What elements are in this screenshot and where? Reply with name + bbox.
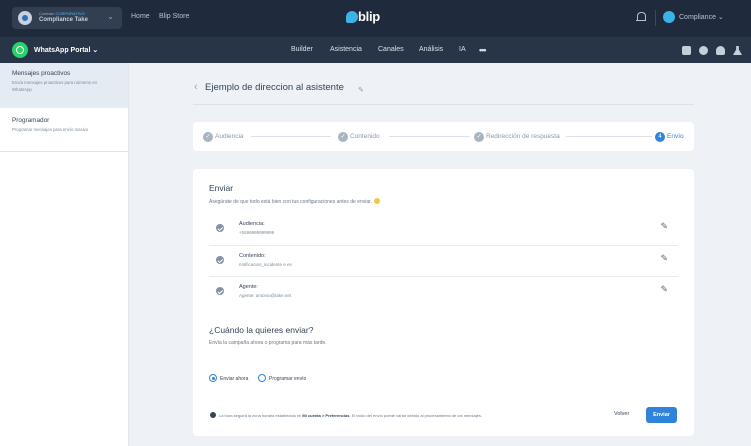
- chevron-down-icon: ⌄: [717, 14, 724, 21]
- sidebar-item-mensajes-proactivos[interactable]: Mensajes proactivos Envía mensajes proac…: [0, 63, 128, 108]
- summary-row-contenido: Contenido: notificacion_incidente e es ✎: [209, 245, 678, 275]
- check-circle-icon: [216, 224, 224, 232]
- summary-label: Contenido:: [239, 253, 266, 259]
- flask-icon[interactable]: [733, 46, 742, 55]
- tenant-selector[interactable]: Compliance ⌄: [679, 13, 724, 21]
- tab-canales[interactable]: Canales: [378, 46, 404, 53]
- puzzle-icon[interactable]: [682, 46, 691, 55]
- step-label: Envío: [667, 133, 684, 140]
- check-icon: ✓: [203, 132, 213, 142]
- section-title: Enviar: [209, 183, 234, 193]
- tab-asistencia[interactable]: Asistencia: [330, 46, 362, 53]
- page-title: Ejemplo de direccion al asistente: [205, 82, 344, 93]
- radio-label: Enviar ahora: [220, 375, 249, 382]
- back-icon[interactable]: ‹: [194, 81, 198, 93]
- sidebar-item-description: Programar mensajes para envío masivo: [12, 127, 89, 132]
- step-label: Redirección de respuesta: [486, 133, 560, 140]
- summary-label: Audiencia:: [239, 221, 265, 227]
- summary-label: Agente:: [239, 284, 258, 290]
- divider: [655, 10, 656, 26]
- back-button[interactable]: Volver: [614, 411, 629, 417]
- step-connector: [566, 136, 652, 137]
- check-circle-icon: [216, 256, 224, 264]
- radio-label: Programar envío: [269, 375, 307, 382]
- users-icon[interactable]: [716, 46, 725, 55]
- summary-value: notificacion_incidente e es: [239, 262, 292, 267]
- sidebar-divider: [0, 151, 128, 152]
- edit-icon[interactable]: ✎: [660, 284, 668, 295]
- timezone-note: La hora seguirá la zona horaria establec…: [219, 413, 482, 418]
- organization-icon: [18, 11, 32, 25]
- home-link[interactable]: Home: [131, 13, 150, 20]
- radio-selected-icon: [209, 374, 217, 382]
- gear-icon[interactable]: [699, 46, 708, 55]
- sidebar: Mensajes proactivos Envía mensajes proac…: [0, 63, 129, 446]
- radio-empty-icon: [258, 374, 266, 382]
- logo-text: blip: [358, 9, 380, 24]
- send-button[interactable]: Enviar: [646, 407, 677, 423]
- blip-logo-icon: [346, 11, 358, 23]
- step-connector: [251, 136, 331, 137]
- chevron-down-icon: ⌄: [107, 12, 114, 21]
- blip-store-link[interactable]: Blip Store: [159, 13, 189, 20]
- tab-builder[interactable]: Builder: [291, 46, 313, 53]
- smile-emoji-icon: [374, 198, 381, 204]
- edit-icon[interactable]: ✎: [660, 253, 668, 264]
- contract-name: Compliance Take: [39, 17, 88, 23]
- schedule-title: ¿Cuándo la quieres enviar?: [209, 325, 314, 335]
- bot-selector[interactable]: WhatsApp Portal ⌄: [34, 46, 98, 54]
- summary-row-audiencia: Audiencia: +5599999999999 ✎: [209, 214, 678, 244]
- more-tabs-icon[interactable]: •••: [479, 46, 487, 55]
- check-icon: ✓: [474, 132, 484, 142]
- edit-icon[interactable]: ✎: [660, 221, 668, 232]
- tab-analisis[interactable]: Análisis: [419, 46, 443, 53]
- summary-value: Agente: antonio@take.net: [239, 293, 292, 298]
- campaign-stepper: ✓ Audiencia ✓ Contenido ✓ Redirección de…: [193, 122, 694, 151]
- sidebar-item-description: Envía mensajes proactivos para números e…: [12, 80, 98, 92]
- step-label: Contenido: [350, 133, 380, 140]
- bot-nav-bar: WhatsApp Portal ⌄ Builder Asistencia Can…: [0, 37, 751, 63]
- step-connector: [389, 136, 470, 137]
- contract-selector[interactable]: Contrato CORPORATIVO Compliance Take ⌄: [12, 7, 122, 29]
- tenant-name: Compliance: [679, 14, 716, 21]
- chevron-down-icon: ⌄: [92, 47, 99, 54]
- sidebar-item-programador[interactable]: Programador Programar mensajes para enví…: [0, 110, 128, 150]
- tenant-avatar[interactable]: [663, 11, 675, 23]
- summary-value: +5599999999999: [239, 230, 275, 235]
- info-icon: [210, 412, 216, 418]
- step-number: 4: [655, 132, 665, 142]
- sidebar-item-title: Programador: [12, 117, 50, 124]
- step-label: Audiencia: [215, 133, 244, 140]
- edit-title-icon[interactable]: ✎: [358, 86, 364, 94]
- whatsapp-icon: [12, 42, 28, 58]
- schedule-description: Envía la campaña ahora o programa para m…: [209, 340, 327, 346]
- bell-icon[interactable]: [636, 12, 646, 23]
- contract-type: Contrato CORPORATIVO: [39, 11, 85, 16]
- preferences-link[interactable]: Mi cuenta > Preferencias: [302, 413, 349, 418]
- bot-name: WhatsApp Portal: [34, 47, 91, 54]
- sidebar-item-title: Mensajes proactivos: [12, 70, 71, 77]
- top-bar: Contrato CORPORATIVO Compliance Take ⌄ H…: [0, 0, 751, 37]
- check-icon: ✓: [338, 132, 348, 142]
- header-divider: [193, 104, 694, 105]
- check-circle-icon: [216, 287, 224, 295]
- tab-ia[interactable]: IA: [459, 46, 466, 53]
- send-card: Enviar Asegúrate de que todo está bien c…: [193, 169, 694, 436]
- section-description: Asegúrate de que todo está bien con tus …: [209, 198, 381, 205]
- summary-row-agente: Agente: Agente: antonio@take.net ✎: [209, 276, 678, 306]
